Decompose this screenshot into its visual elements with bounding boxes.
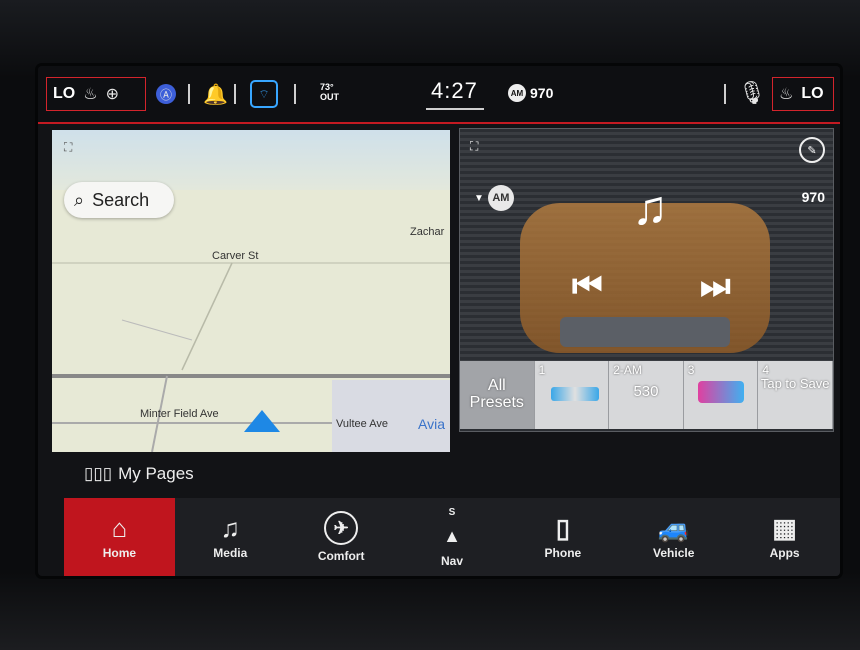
compass-heading: S xyxy=(448,506,456,518)
nav-phone[interactable]: ▯ Phone xyxy=(507,498,618,576)
bell-icon[interactable]: 🔔 xyxy=(203,82,228,107)
street-label: Minter Field Ave xyxy=(140,408,219,420)
poi-label: Avia xyxy=(418,416,445,432)
preset-4-button[interactable]: 4 Tap to Save xyxy=(758,361,833,429)
nav-comfort[interactable]: ✈ Comfort xyxy=(286,498,397,576)
outside-temperature: 73° OUT xyxy=(320,82,339,102)
nav-nav[interactable]: S ▲ Nav xyxy=(397,498,508,576)
clock: 4:27 xyxy=(431,78,478,103)
status-bar: LO ♨ ⊕ Ⓐ 🔔 ⌔ 73° OUT 4:27 AM 970 🎙 ♨ LO xyxy=(38,66,840,122)
driver-fan-level[interactable]: LO xyxy=(53,85,75,103)
driver-climate-group[interactable]: LO ♨ ⊕ xyxy=(46,77,146,111)
car-icon: 🚙 xyxy=(657,513,690,543)
nav-label: Comfort xyxy=(317,549,365,563)
phone-icon: ▯ xyxy=(555,513,571,543)
nav-label: Phone xyxy=(544,546,582,560)
my-pages-button[interactable]: ▯▯▯ My Pages xyxy=(84,464,194,484)
edit-icon[interactable]: ✎ xyxy=(799,137,825,163)
nav-label: Home xyxy=(102,546,137,560)
passenger-fan-level[interactable]: LO xyxy=(801,85,823,103)
preset-2-button[interactable]: 2-AM 530 xyxy=(609,361,684,429)
passenger-climate-group[interactable]: ♨ LO xyxy=(772,77,834,111)
radio-status[interactable]: AM 970 xyxy=(508,84,553,102)
preset-label: Tap to Save xyxy=(760,376,830,391)
wifi-hotspot-icon[interactable]: ⌔ xyxy=(250,80,278,108)
microphone-icon[interactable]: 🎙 xyxy=(738,80,766,106)
clock-underline xyxy=(426,108,484,110)
band-label: AM xyxy=(487,185,514,211)
heated-seat-icon[interactable]: ♨ xyxy=(83,84,97,104)
nav-label: Media xyxy=(213,546,248,560)
preset-bar: All Presets 1 2-AM 530 3 4 Tap to Save xyxy=(460,361,833,429)
nav-media[interactable]: ♫ Media xyxy=(175,498,286,576)
preset-label: All Presets xyxy=(469,377,524,411)
band-selector[interactable]: ▼ AM xyxy=(474,185,514,211)
station-logo xyxy=(550,387,599,401)
temperature-value: 73° xyxy=(320,82,334,92)
preset-number: 3 xyxy=(687,363,695,377)
divider xyxy=(188,84,190,104)
previous-track-icon[interactable]: ⏮ xyxy=(572,267,603,306)
preset-1-button[interactable]: 1 xyxy=(534,361,610,429)
driver-assist-icon[interactable]: Ⓐ xyxy=(156,84,176,104)
chevron-down-icon: ▼ xyxy=(474,192,484,204)
street-label: Vultee Ave xyxy=(336,418,388,430)
temperature-unit: OUT xyxy=(320,92,339,102)
all-presets-button[interactable]: All Presets xyxy=(460,361,535,429)
preset-number: 1 xyxy=(538,363,546,377)
street-label: Carver St xyxy=(212,250,259,262)
map-panel[interactable]: ⛶ ⌕ Search Carver St Zachar Minter Field… xyxy=(52,130,450,452)
nav-apps[interactable]: ▦ Apps xyxy=(729,498,840,576)
nav-label: Apps xyxy=(769,546,800,560)
divider xyxy=(724,84,726,104)
next-track-icon[interactable]: ⏭ xyxy=(700,267,731,306)
am-badge: AM xyxy=(508,84,526,102)
radio-frequency: 970 xyxy=(530,85,554,101)
album-art-detail xyxy=(560,317,730,347)
street-label: Zachar xyxy=(410,226,445,238)
seat-icon: ✈ xyxy=(324,511,359,545)
current-location-icon xyxy=(244,410,280,432)
divider xyxy=(294,84,296,104)
station-logo xyxy=(697,381,744,403)
heated-seat-icon[interactable]: ♨ xyxy=(779,84,793,104)
status-bar-accent-line xyxy=(38,122,840,124)
nav-home[interactable]: ⌂ Home xyxy=(64,498,175,576)
music-note-icon: ♫ xyxy=(220,513,241,543)
bottom-nav: ⌂ Home ♫ Media ✈ Comfort S ▲ Nav ▯ Phone… xyxy=(64,498,840,576)
nav-label: Nav xyxy=(441,553,464,568)
expand-icon[interactable]: ⛶ xyxy=(470,139,478,154)
preset-label: 530 xyxy=(633,383,659,400)
radio-panel: ⛶ ✎ ▼ AM 970 ♫ ⏮ ⏭ All Presets 1 2-AM 53… xyxy=(459,128,834,432)
heated-steering-icon[interactable]: ⊕ xyxy=(106,84,119,104)
divider xyxy=(234,84,236,104)
compass-icon: ▲ xyxy=(443,525,461,546)
music-note-icon: ♫ xyxy=(632,182,668,235)
pages-icon: ▯▯▯ xyxy=(84,464,113,483)
preset-3-button[interactable]: 3 xyxy=(683,361,759,429)
map-roads xyxy=(52,262,450,452)
home-icon: ⌂ xyxy=(111,513,128,543)
device-frame: LO ♨ ⊕ Ⓐ 🔔 ⌔ 73° OUT 4:27 AM 970 🎙 ♨ LO … xyxy=(0,0,860,650)
my-pages-label: My Pages xyxy=(118,464,194,483)
nav-label: Vehicle xyxy=(653,546,695,560)
preset-number: 2-AM xyxy=(613,363,642,377)
nav-vehicle[interactable]: 🚙 Vehicle xyxy=(618,498,729,576)
grid-icon: ▦ xyxy=(772,513,797,543)
station-frequency: 970 xyxy=(801,189,825,205)
infotainment-screen: LO ♨ ⊕ Ⓐ 🔔 ⌔ 73° OUT 4:27 AM 970 🎙 ♨ LO … xyxy=(38,66,840,576)
